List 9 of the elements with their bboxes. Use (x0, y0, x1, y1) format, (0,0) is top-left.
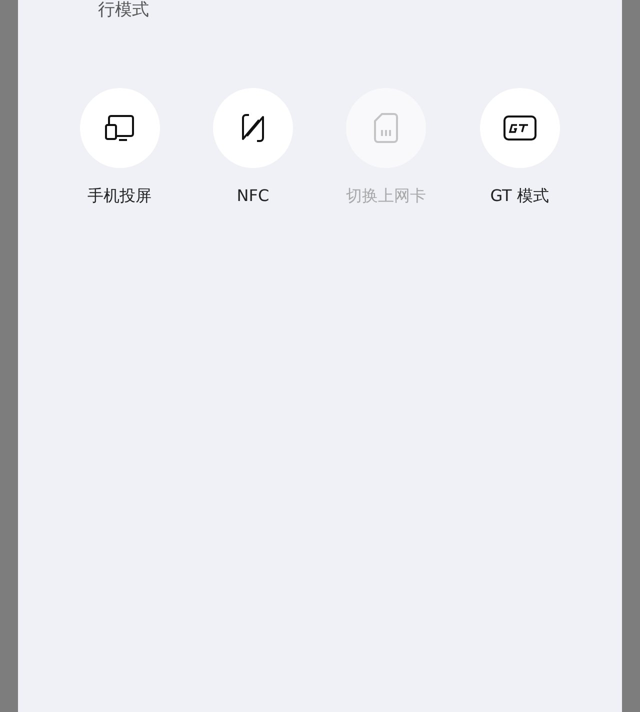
nfc-icon (240, 112, 265, 144)
toggle-label: 切换上网卡 (346, 186, 426, 207)
toggle-label: GT 模式 (490, 186, 549, 207)
toggle-label: NFC (236, 186, 270, 205)
panel-title: 行模式 (97, 0, 150, 20)
toggle-label: 手机投屏 (88, 186, 152, 207)
sim-card-icon (373, 112, 400, 144)
screen-cast-icon (104, 114, 135, 142)
gt-badge-icon (502, 115, 537, 141)
